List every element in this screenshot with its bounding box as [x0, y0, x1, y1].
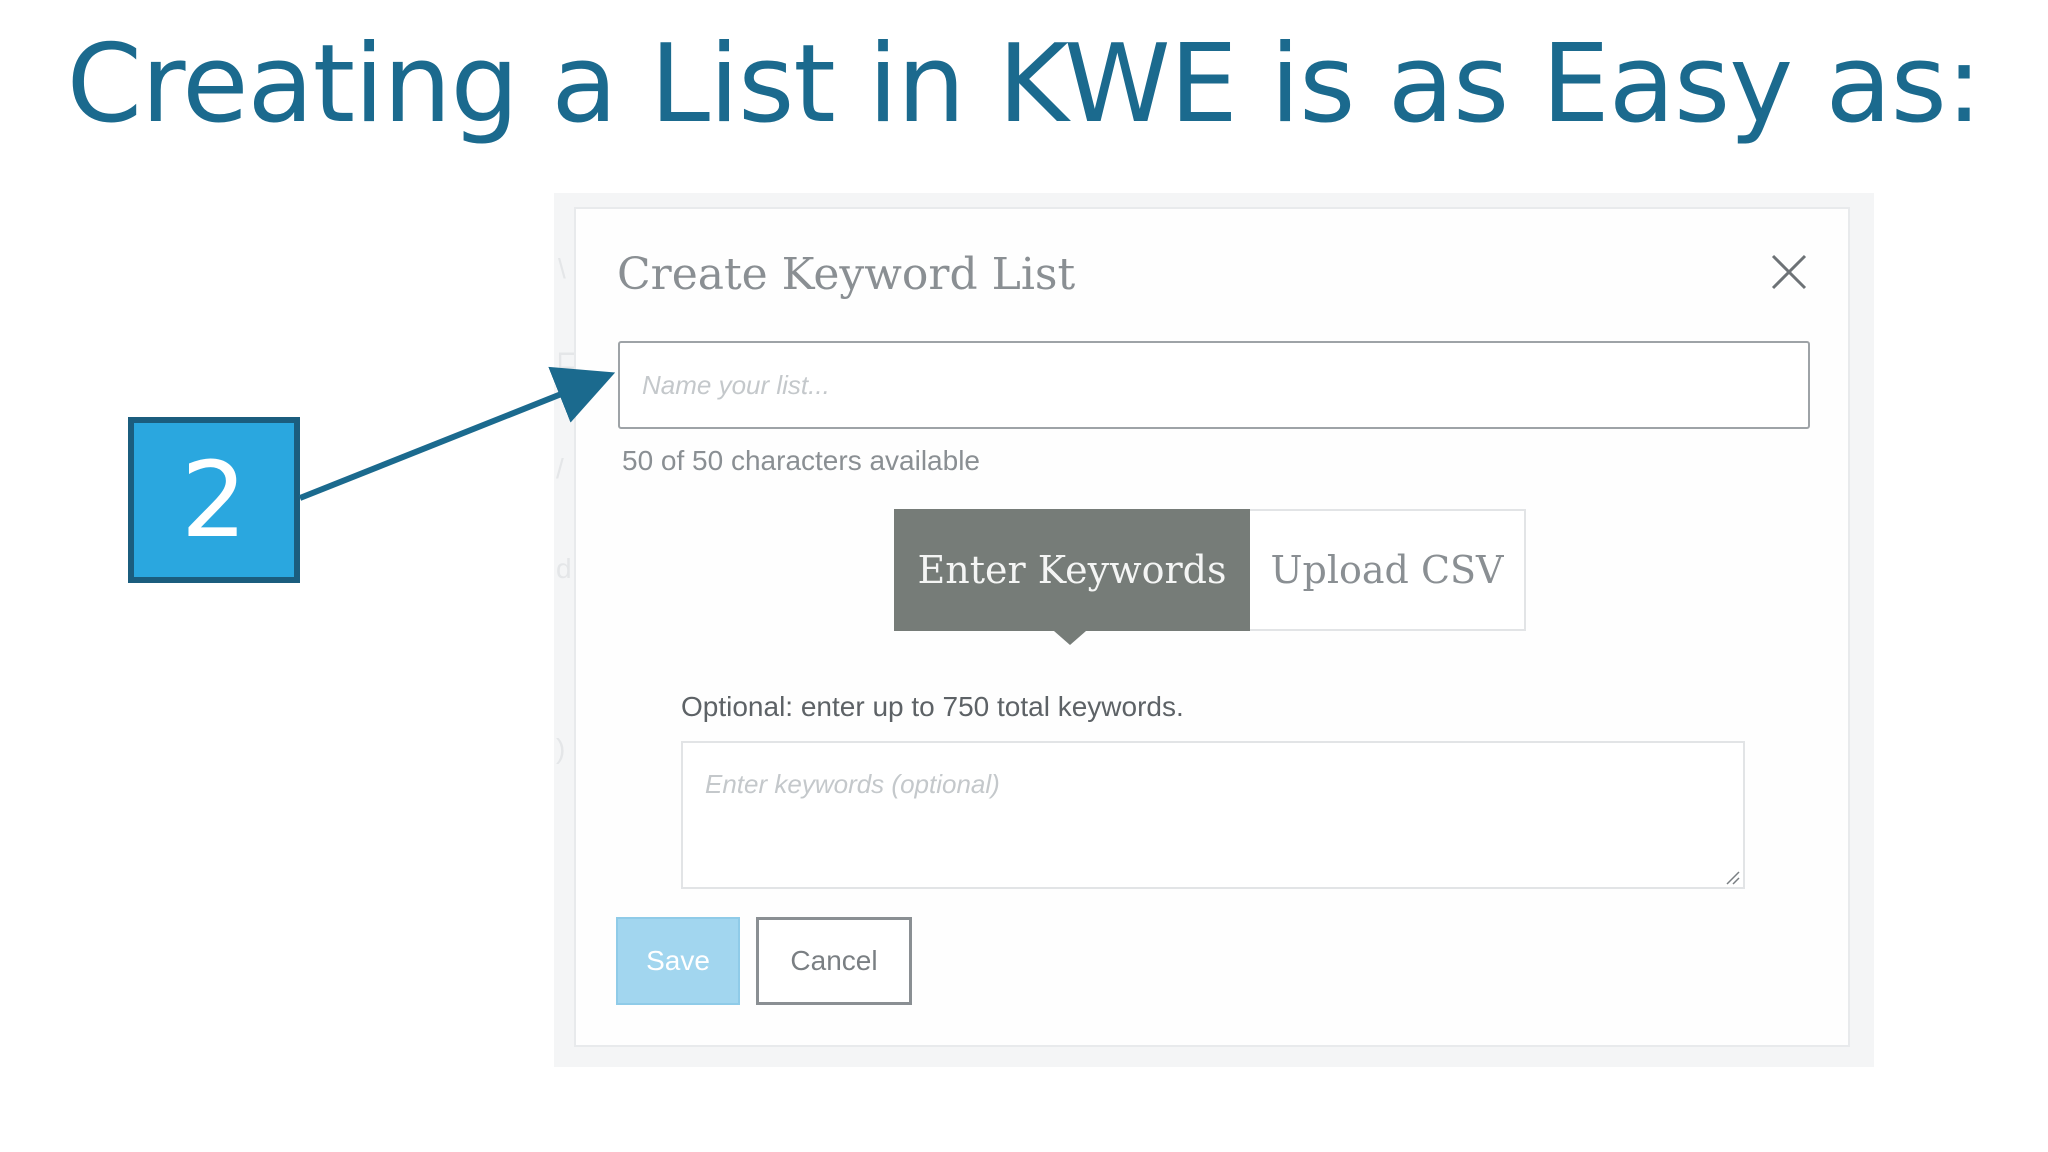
background-text-fragment: /	[556, 453, 564, 484]
slide-title: Creating a List in KWE is as Easy as:	[66, 22, 1983, 147]
cancel-button[interactable]: Cancel	[756, 917, 912, 1005]
close-icon[interactable]	[1766, 249, 1812, 295]
keywords-textarea[interactable]	[681, 741, 1745, 889]
list-name-input[interactable]	[618, 341, 1810, 429]
background-text-fragment: )	[556, 733, 566, 764]
create-keyword-list-modal: Create Keyword List 50 of 50 characters …	[574, 207, 1850, 1047]
tab-enter-keywords[interactable]: Enter Keywords	[894, 509, 1250, 645]
save-button[interactable]: Save	[616, 917, 740, 1005]
background-text-fragment: d	[556, 553, 572, 584]
tab-enter-keywords-label: Enter Keywords	[917, 548, 1227, 592]
screenshot-frame: \ ⊏ / d ) Create Keyword List 50 of 50 c…	[554, 193, 1874, 1067]
active-tab-caret-icon	[1054, 631, 1086, 645]
tab-upload-csv-label: Upload CSV	[1270, 548, 1504, 592]
keywords-hint: Optional: enter up to 750 total keywords…	[681, 691, 1184, 722]
step-number-badge: 2	[128, 417, 300, 583]
keyword-source-tabs: Enter Keywords Upload CSV	[894, 509, 1526, 645]
resize-handle-icon[interactable]	[1724, 869, 1740, 885]
background-text-fragment: \	[558, 253, 566, 284]
modal-title: Create Keyword List	[617, 249, 1076, 300]
tab-upload-csv[interactable]: Upload CSV	[1250, 509, 1526, 631]
char-count-text: 50 of 50 characters available	[622, 445, 980, 476]
